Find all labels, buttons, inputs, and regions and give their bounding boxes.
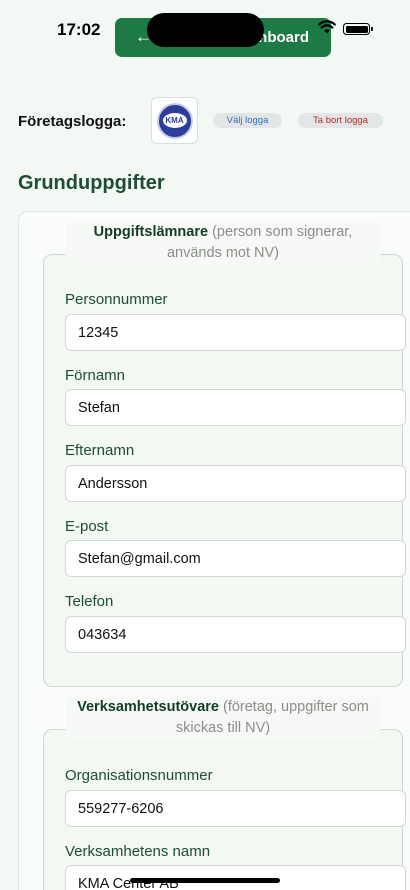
company-logo-image: KMA bbox=[151, 97, 198, 144]
section-title: Grunduppgifter bbox=[18, 172, 165, 194]
submitter-legend: Uppgiftslämnare (person som signerar, an… bbox=[66, 222, 380, 266]
status-time: 17:02 bbox=[57, 20, 101, 39]
choose-logo-button[interactable]: Välj logga bbox=[213, 113, 282, 128]
logo-seal-text: KMA bbox=[162, 113, 187, 128]
personal-number-input[interactable] bbox=[65, 314, 406, 351]
company-logo-label: Företagslogga: bbox=[18, 113, 127, 130]
org-number-label: Organisationsnummer bbox=[65, 767, 213, 784]
operator-legend: Verksamhetsutövare (företag, uppgifter s… bbox=[66, 697, 380, 741]
operator-legend-title: Verksamhetsutövare bbox=[77, 699, 219, 715]
phone-label: Telefon bbox=[65, 593, 114, 610]
last-name-label: Efternamn bbox=[65, 442, 135, 459]
last-name-input[interactable] bbox=[65, 465, 406, 502]
wifi-icon bbox=[318, 20, 336, 34]
email-label: E-post bbox=[65, 518, 109, 535]
first-name-input[interactable] bbox=[65, 389, 406, 426]
battery-icon bbox=[343, 23, 373, 35]
business-name-label: Verksamhetens namn bbox=[65, 843, 211, 860]
submitter-legend-title: Uppgiftslämnare bbox=[93, 224, 209, 240]
first-name-label: Förnamn bbox=[65, 367, 126, 384]
home-indicator bbox=[130, 878, 280, 883]
phone-input[interactable] bbox=[65, 616, 406, 653]
org-number-input[interactable] bbox=[65, 790, 406, 827]
dynamic-island bbox=[147, 13, 264, 47]
remove-logo-button[interactable]: Ta bort logga bbox=[298, 113, 383, 128]
back-button-label: nboard bbox=[258, 29, 309, 46]
personal-number-label: Personnummer bbox=[65, 291, 168, 308]
logo-seal-icon: KMA bbox=[156, 102, 193, 139]
email-input[interactable] bbox=[65, 540, 406, 577]
